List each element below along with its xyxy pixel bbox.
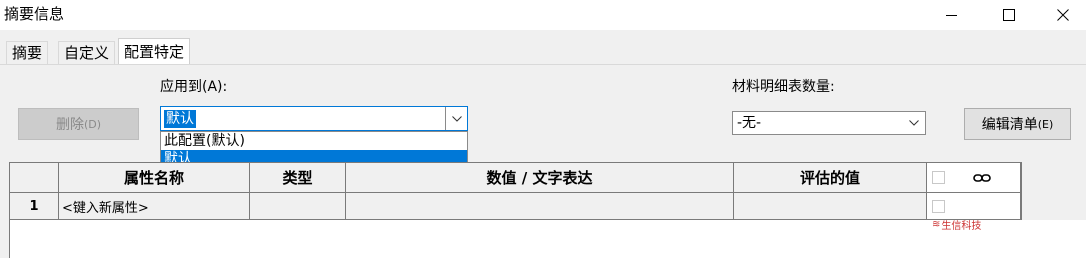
edit-list-button-key: (E) (1037, 117, 1054, 131)
row-link-checkbox[interactable] (932, 199, 945, 213)
apply-to-label: 应用到(A): (160, 79, 228, 95)
apply-to-value: 默认 (164, 110, 196, 128)
watermark: ≋ 生信科技 (932, 217, 981, 232)
chevron-down-icon (909, 120, 919, 126)
watermark-text: 生信科技 (941, 221, 982, 232)
watermark-logo-icon: ≋ (932, 219, 940, 230)
column-header-type[interactable]: 类型 (250, 163, 346, 193)
edit-list-button-label: 编辑清单 (981, 117, 1038, 133)
header-link-checkbox[interactable] (932, 171, 945, 184)
grid-corner-header[interactable] (10, 163, 59, 193)
column-header-property-name[interactable]: 属性名称 (59, 163, 250, 193)
delete-button-label: 删除 (55, 117, 84, 133)
window-title: 摘要信息 (4, 5, 65, 23)
column-header-evaluated-value[interactable]: 评估的值 (734, 163, 927, 193)
type-cell[interactable] (250, 193, 346, 219)
minimize-icon (945, 14, 957, 16)
tab-custom[interactable]: 自定义 (58, 41, 116, 64)
edit-list-button[interactable]: 编辑清单 (E) (964, 108, 1071, 140)
maximize-icon (1003, 9, 1015, 21)
row-number: 1 (10, 193, 59, 219)
close-button[interactable] (1040, 0, 1086, 30)
chevron-down-icon (451, 115, 462, 122)
title-bar: 摘要信息 (0, 0, 1086, 30)
bom-quantity-value: -无- (737, 115, 762, 131)
column-header-link (927, 163, 1021, 193)
column-header-value-expression[interactable]: 数值 / 文字表达 (346, 163, 734, 193)
tab-strip: 摘要 自定义 配置特定 (0, 30, 1086, 65)
minimize-button[interactable] (928, 0, 974, 30)
value-expression-cell[interactable] (346, 193, 734, 219)
apply-to-combobox[interactable]: 默认 (160, 106, 468, 131)
link-icon[interactable] (973, 173, 991, 183)
tab-summary[interactable]: 摘要 (6, 41, 49, 64)
bom-quantity-label: 材料明细表数量: (732, 79, 835, 95)
grid-area (9, 220, 1086, 258)
properties-grid: 属性名称 类型 数值 / 文字表达 评估的值 1 <键入新属性> (9, 162, 1022, 220)
apply-to-dropdown-button[interactable] (445, 107, 467, 130)
apply-to-option-this-config[interactable]: 此配置(默认) (161, 132, 467, 150)
bom-quantity-combobox[interactable]: -无- (732, 111, 926, 135)
delete-button[interactable]: 删除 (D) (18, 108, 139, 140)
tab-configuration-specific[interactable]: 配置特定 (118, 38, 191, 65)
delete-button-key: (D) (83, 117, 102, 131)
maximize-button[interactable] (986, 0, 1032, 30)
property-name-cell[interactable]: <键入新属性> (59, 193, 250, 219)
evaluated-value-cell (734, 193, 927, 219)
close-icon (1057, 9, 1069, 21)
link-cell (927, 193, 1021, 219)
